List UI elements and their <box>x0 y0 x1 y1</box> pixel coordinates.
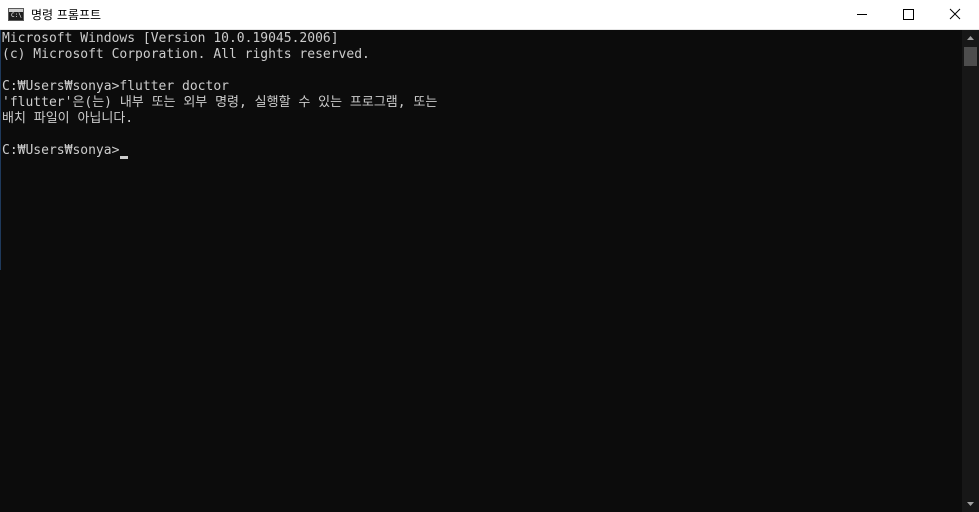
text-cursor <box>120 156 128 159</box>
maximize-icon <box>903 9 914 20</box>
arrow-up-icon <box>967 36 974 40</box>
command-prompt-window: C:\ 명령 프롬프트 Microsoft Windows [Version 1… <box>0 0 979 512</box>
scroll-up-button[interactable] <box>962 30 979 47</box>
cmd-icon[interactable]: C:\ <box>8 8 24 21</box>
minimize-icon <box>857 14 867 15</box>
minimize-button[interactable] <box>839 0 885 29</box>
console-line: 'flutter'은(는) 내부 또는 외부 명령, 실행할 수 있는 프로그램… <box>2 95 438 110</box>
console-line: 배치 파일이 아닙니다. <box>2 111 134 126</box>
vertical-scrollbar[interactable] <box>962 30 979 512</box>
arrow-down-icon <box>967 502 974 506</box>
window-title: 명령 프롬프트 <box>31 8 102 22</box>
console-line: (c) Microsoft Corporation. All rights re… <box>2 47 370 62</box>
close-button[interactable] <box>931 0 979 29</box>
close-icon <box>949 8 961 20</box>
console-prompt-line: C:₩Users₩sonya> <box>2 143 120 158</box>
console-line: Microsoft Windows [Version 10.0.19045.20… <box>2 31 339 46</box>
console-line: C:₩Users₩sonya>flutter doctor <box>2 79 229 94</box>
maximize-button[interactable] <box>885 0 931 29</box>
title-bar[interactable]: C:\ 명령 프롬프트 <box>0 0 979 30</box>
scrollbar-thumb[interactable] <box>964 47 977 66</box>
console-output[interactable]: Microsoft Windows [Version 10.0.19045.20… <box>1 30 961 512</box>
cmd-icon-glyph: C:\ <box>11 12 22 19</box>
scroll-down-button[interactable] <box>962 495 979 512</box>
